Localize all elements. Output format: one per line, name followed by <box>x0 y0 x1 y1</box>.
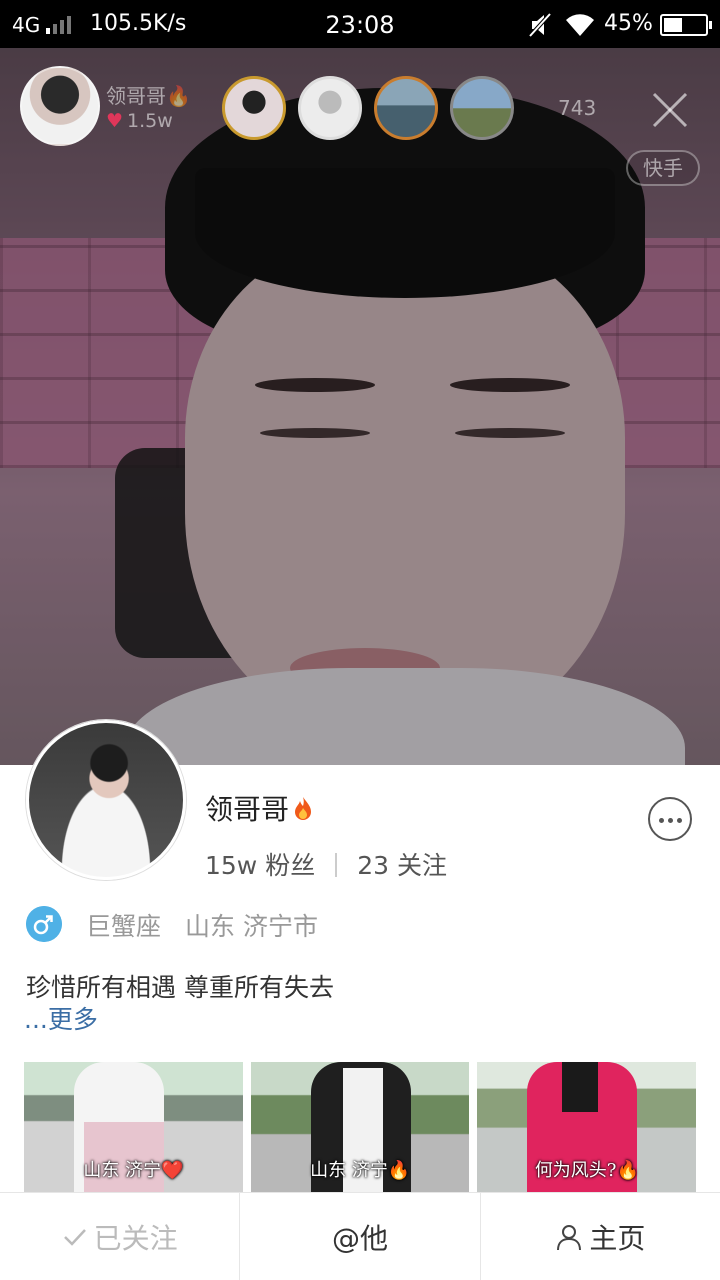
platform-tag: 快手 <box>626 150 700 186</box>
profile-name: 领哥哥 <box>205 788 313 828</box>
location: 山东 济宁市 <box>185 912 318 941</box>
homepage-button[interactable]: 主页 <box>479 1193 720 1280</box>
thumbnail-caption: 山东 济宁🔥 <box>310 1160 411 1181</box>
profile-avatar[interactable] <box>26 720 186 880</box>
fire-icon <box>295 797 312 820</box>
close-icon[interactable] <box>648 88 692 132</box>
host-likes: ♥ 1.5w <box>106 110 173 132</box>
profile-bio: 珍惜所有相遇 尊重所有失去 <box>26 973 334 1002</box>
viewer-count: 743 <box>558 96 597 120</box>
followed-button[interactable]: 已关注 <box>0 1193 239 1280</box>
follow-stats: 15w 粉丝 23 关注 <box>205 846 447 882</box>
thumbnail-caption: 山东 济宁❤️ <box>83 1160 184 1181</box>
male-gender-icon <box>26 906 62 942</box>
thumbnail-caption: 何为风头?🔥 <box>534 1160 639 1181</box>
battery-percent: 45% <box>604 11 653 36</box>
viewer-avatar[interactable] <box>298 76 362 140</box>
followed-label: 已关注 <box>93 1221 178 1255</box>
following-count[interactable]: 23 关注 <box>357 851 447 880</box>
profile-info: 巨蟹座 山东 济宁市 <box>86 907 318 943</box>
mention-button[interactable]: @他 <box>239 1193 479 1280</box>
more-options-button[interactable] <box>648 797 692 841</box>
mute-icon <box>528 12 552 38</box>
fire-icon: 🔥 <box>166 84 191 108</box>
mention-label: @他 <box>331 1221 388 1255</box>
battery-icon <box>660 14 712 36</box>
action-bar: 已关注 @他 主页 <box>0 1192 720 1280</box>
more-link[interactable]: ...更多 <box>24 1000 98 1036</box>
work-thumbnail[interactable]: 山东 济宁❤️ <box>24 1062 243 1192</box>
viewer-avatar[interactable] <box>374 76 438 140</box>
host-name: 领哥哥🔥 <box>106 84 191 108</box>
works-grid: 山东 济宁❤️ 山东 济宁🔥 何为风头?🔥 <box>24 1062 697 1192</box>
viewer-avatar[interactable] <box>222 76 286 140</box>
wifi-icon <box>566 14 594 36</box>
host-avatar[interactable] <box>20 66 100 146</box>
work-thumbnail[interactable]: 何为风头?🔥 <box>477 1062 697 1192</box>
viewer-avatars <box>222 76 514 140</box>
status-bar: 4G 105.5K/s 23:08 45% <box>0 0 720 48</box>
check-icon <box>63 1228 86 1246</box>
work-thumbnail[interactable]: 山东 济宁🔥 <box>250 1062 470 1192</box>
live-video[interactable] <box>0 48 720 788</box>
user-icon <box>557 1224 582 1250</box>
viewer-avatar[interactable] <box>450 76 514 140</box>
heart-icon: ♥ <box>106 110 124 132</box>
homepage-label: 主页 <box>589 1221 646 1255</box>
host-info[interactable]: 领哥哥🔥 ♥ 1.5w <box>20 66 200 148</box>
zodiac: 巨蟹座 <box>86 912 162 941</box>
fans-count[interactable]: 15w 粉丝 <box>205 851 315 880</box>
